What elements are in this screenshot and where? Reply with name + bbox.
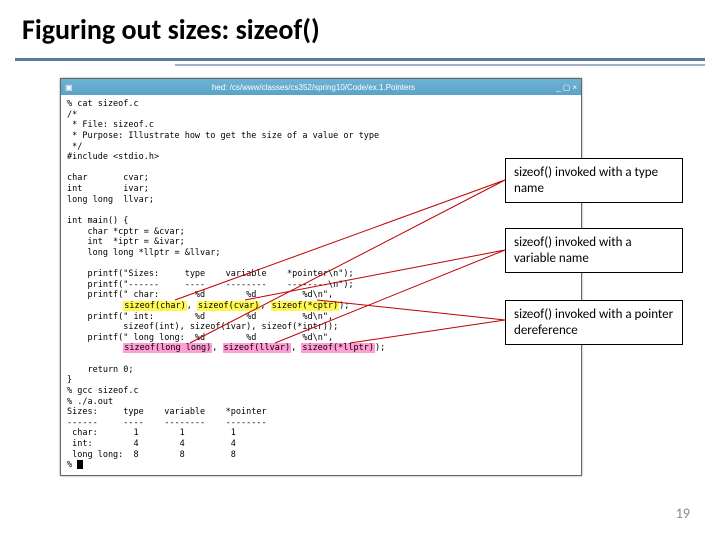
code-line: * Purpose: Illustrate how to get the siz… xyxy=(67,131,379,141)
code-line: long long llvar; xyxy=(67,195,154,205)
terminal-titlebar: ▣ hed: /cs/www/classes/cs352/spring10/Co… xyxy=(61,79,581,95)
terminal-window: ▣ hed: /cs/www/classes/cs352/spring10/Co… xyxy=(60,78,582,476)
sizeof-type-highlight: sizeof(char) xyxy=(123,301,186,311)
code-line: Sizes: type variable *pointer xyxy=(67,407,267,417)
code-line: ------ ---- -------- -------- xyxy=(67,418,267,428)
code-line: printf(" long long: %d %d %d\n", xyxy=(67,333,333,343)
sizeof-type-highlight: sizeof(long long) xyxy=(123,343,212,353)
code-line: #include <stdio.h> xyxy=(67,152,159,162)
title-underline-thin xyxy=(175,64,705,66)
slide-title: Figuring out sizes: sizeof() xyxy=(22,12,320,47)
code-text: , xyxy=(291,343,301,353)
code-line: printf(" int: %d %d %d\n", xyxy=(67,312,333,322)
code-line: % ./a.out xyxy=(67,397,113,407)
terminal-body: % cat sizeof.c /* * File: sizeof.c * Pur… xyxy=(61,95,581,475)
code-line: int ivar; xyxy=(67,184,149,194)
sizeof-var-highlight: sizeof(cvar) xyxy=(197,301,260,311)
code-line: printf("Sizes: type variable *pointer\n"… xyxy=(67,269,354,279)
page-number: 19 xyxy=(676,505,690,522)
code-line: * File: sizeof.c xyxy=(67,120,154,130)
code-line: int *iptr = &ivar; xyxy=(67,237,185,247)
sizeof-deref-highlight: sizeof(*llptr) xyxy=(301,343,375,353)
code-line: long long *llptr = &llvar; xyxy=(67,248,221,258)
minimize-icon: _ xyxy=(556,83,560,92)
terminal-icon: ▣ xyxy=(65,83,73,92)
code-line: % xyxy=(67,460,77,470)
callout-sizeof-deref: sizeof() invoked with a pointer derefere… xyxy=(505,300,683,345)
code-text: , xyxy=(187,301,197,311)
code-line: % gcc sizeof.c xyxy=(67,386,139,396)
code-line: printf("------ ---- -------- --------\n"… xyxy=(67,280,354,290)
callout-sizeof-type: sizeof() invoked with a type name xyxy=(505,158,683,203)
code-line: */ xyxy=(67,142,82,152)
code-text: , xyxy=(260,301,270,311)
code-line: return 0; xyxy=(67,365,134,375)
maximize-icon: ▢ xyxy=(563,83,571,92)
code-line: char *cptr = &cvar; xyxy=(67,227,185,237)
title-underline-thick xyxy=(15,58,705,61)
terminal-cursor xyxy=(77,460,83,469)
code-line: % cat sizeof.c xyxy=(67,99,139,109)
sizeof-var-highlight: sizeof(llvar) xyxy=(223,343,292,353)
code-line: char: 1 1 1 xyxy=(67,428,236,438)
close-icon: × xyxy=(572,83,577,92)
code-line: printf(" char: %d %d %d\n", xyxy=(67,290,333,300)
code-line: int: 4 4 4 xyxy=(67,439,236,449)
callout-sizeof-variable: sizeof() invoked with a variable name xyxy=(505,228,683,273)
code-line: /* xyxy=(67,110,77,120)
code-line: } xyxy=(67,375,72,385)
code-line: long long: 8 8 8 xyxy=(67,450,236,460)
code-text: ); xyxy=(339,301,349,311)
code-line: char cvar; xyxy=(67,173,149,183)
code-line: sizeof(int), sizeof(ivar), sizeof(*iptr)… xyxy=(67,322,338,332)
code-text: , xyxy=(212,343,222,353)
code-line: int main() { xyxy=(67,216,128,226)
terminal-title: hed: /cs/www/classes/cs352/spring10/Code… xyxy=(73,83,555,92)
sizeof-deref-highlight: sizeof(*cptr) xyxy=(271,301,340,311)
code-text: ); xyxy=(375,343,385,353)
